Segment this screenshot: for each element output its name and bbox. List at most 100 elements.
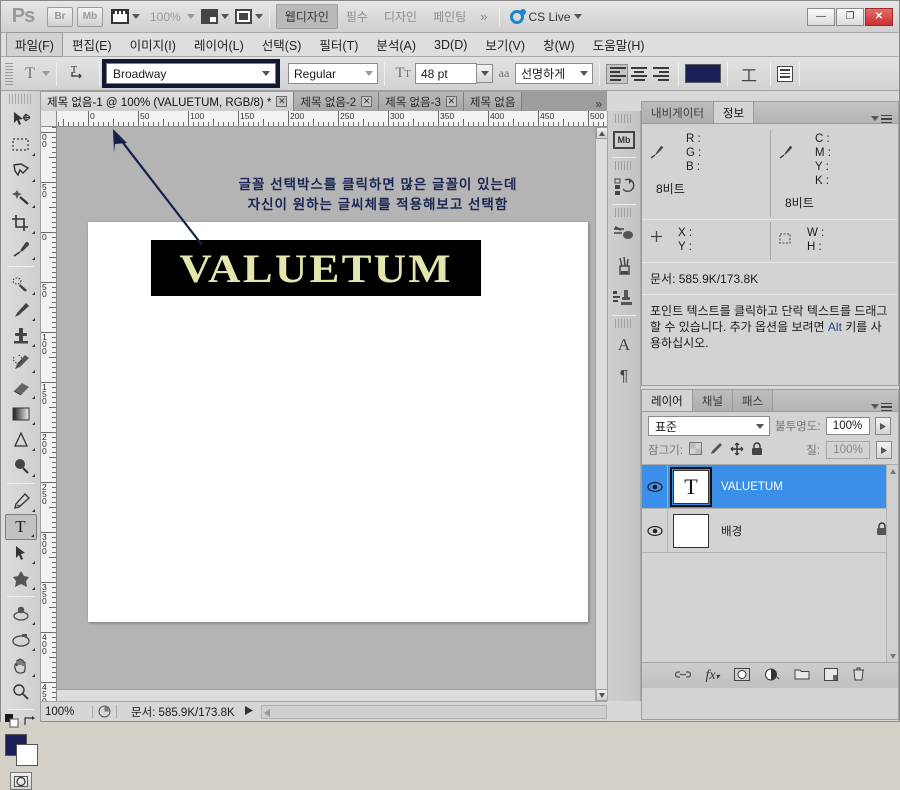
screen-mode-group[interactable] bbox=[234, 6, 263, 28]
close-button[interactable]: ✕ bbox=[865, 7, 893, 26]
brush-icon[interactable] bbox=[610, 251, 638, 281]
orbit-3d-tool[interactable] bbox=[5, 627, 37, 653]
dodge-tool[interactable] bbox=[5, 453, 37, 479]
canvas-vertical-scrollbar[interactable] bbox=[595, 127, 608, 701]
tab-navigator[interactable]: 내비게이터 bbox=[642, 102, 714, 123]
scroll-up-icon[interactable] bbox=[887, 465, 899, 477]
layer-visibility-toggle[interactable] bbox=[642, 465, 668, 508]
marquee-tool[interactable] bbox=[5, 132, 37, 158]
mini-bridge-icon[interactable]: Mb bbox=[610, 125, 638, 155]
close-icon[interactable]: ✕ bbox=[276, 96, 288, 107]
font-size-input[interactable]: 48 pt bbox=[415, 63, 477, 84]
chevron-down-icon[interactable] bbox=[756, 423, 764, 429]
chevron-down-icon[interactable] bbox=[262, 71, 270, 76]
toggle-text-orientation-button[interactable]: T bbox=[63, 63, 93, 84]
layer-visibility-toggle[interactable] bbox=[642, 509, 668, 552]
close-icon[interactable]: ✕ bbox=[361, 96, 373, 107]
font-family-select[interactable]: Broadway bbox=[102, 59, 280, 88]
lock-pixels-icon[interactable] bbox=[709, 442, 723, 458]
blend-mode-select[interactable]: 표준 bbox=[648, 416, 770, 436]
artwork-black-box[interactable]: VALUETUM bbox=[151, 240, 481, 296]
gradient-tool[interactable] bbox=[5, 401, 37, 427]
move-tool[interactable] bbox=[5, 106, 37, 132]
options-bar-gripper[interactable] bbox=[5, 62, 13, 85]
paragraph-panel-icon[interactable]: ¶ bbox=[610, 362, 638, 392]
shape-tool[interactable] bbox=[5, 566, 37, 592]
status-menu-icon[interactable] bbox=[244, 705, 253, 718]
lock-transparent-icon[interactable] bbox=[688, 442, 702, 458]
default-colors-icon[interactable] bbox=[5, 714, 19, 728]
minimize-button[interactable]: — bbox=[807, 7, 835, 26]
background-color-swatch[interactable] bbox=[15, 744, 38, 766]
quick-mask-button[interactable] bbox=[9, 772, 32, 790]
align-left-button[interactable] bbox=[606, 63, 628, 84]
chevron-down-icon[interactable] bbox=[186, 14, 195, 19]
menu-3d[interactable]: 3D(D) bbox=[425, 35, 476, 55]
magic-wand-tool[interactable] bbox=[5, 184, 37, 210]
text-color-swatch[interactable] bbox=[685, 64, 721, 83]
workspace-essential[interactable]: 필수 bbox=[338, 5, 376, 28]
layers-scrollbar[interactable] bbox=[886, 465, 898, 662]
layer-thumbnail[interactable]: T bbox=[670, 466, 712, 507]
dock-gripper-4[interactable] bbox=[615, 319, 633, 328]
tab-layers[interactable]: 레이어 bbox=[642, 390, 693, 411]
document-tabs-overflow-icon[interactable]: » bbox=[590, 97, 607, 111]
layer-mask-icon[interactable] bbox=[733, 667, 750, 684]
new-group-icon[interactable] bbox=[794, 668, 810, 683]
eyedropper-tool[interactable] bbox=[5, 236, 37, 262]
table-row[interactable]: T VALUETUM bbox=[642, 465, 898, 509]
status-zoom-value[interactable]: 100% bbox=[41, 705, 93, 718]
tab-info[interactable]: 정보 bbox=[713, 102, 755, 123]
tab-paths[interactable]: 패스 bbox=[732, 390, 774, 411]
maximize-button[interactable]: ❐ bbox=[836, 7, 864, 26]
menu-window[interactable]: 창(W) bbox=[534, 32, 584, 57]
close-icon[interactable]: ✕ bbox=[445, 96, 457, 107]
chevron-down-icon[interactable] bbox=[574, 14, 583, 19]
lock-position-icon[interactable] bbox=[730, 442, 744, 459]
crop-tool[interactable] bbox=[5, 210, 37, 236]
mini-bridge-button[interactable]: Mb bbox=[77, 6, 103, 27]
chevron-down-icon[interactable] bbox=[365, 71, 373, 76]
link-layers-icon[interactable] bbox=[675, 669, 692, 683]
menu-layer[interactable]: 레이어(L) bbox=[185, 32, 253, 57]
history-icon[interactable] bbox=[610, 172, 638, 202]
horizontal-ruler[interactable]: 0 50 100 150 200 250 300 350 400 450 500 bbox=[41, 111, 607, 127]
vertical-ruler[interactable]: 00 50 0 50 100 150 200 250 300 350 400 450 bbox=[41, 127, 57, 701]
pen-tool[interactable] bbox=[5, 488, 37, 514]
menu-file[interactable]: 파일(F) bbox=[6, 32, 63, 57]
antialias-select[interactable]: 선명하게 bbox=[515, 63, 593, 84]
hand-tool[interactable] bbox=[5, 653, 37, 679]
zoom-tool[interactable] bbox=[5, 679, 37, 705]
menu-analysis[interactable]: 분석(A) bbox=[367, 32, 425, 57]
fill-input[interactable]: 100% bbox=[826, 441, 870, 459]
font-size-dropdown[interactable] bbox=[477, 64, 493, 83]
brush-tool[interactable] bbox=[5, 297, 37, 323]
chevron-down-icon[interactable] bbox=[580, 71, 588, 76]
cs-live-button[interactable]: CS Live bbox=[510, 8, 583, 24]
dock-gripper-2[interactable] bbox=[615, 161, 633, 170]
blur-tool[interactable] bbox=[5, 427, 37, 453]
document-tab-1[interactable]: 제목 없음-1 @ 100% (VALUETUM, RGB/8) * ✕ bbox=[41, 92, 295, 111]
new-layer-icon[interactable] bbox=[823, 667, 838, 684]
menu-image[interactable]: 이미지(I) bbox=[121, 32, 185, 57]
fill-stepper[interactable] bbox=[876, 441, 892, 459]
opacity-input[interactable]: 100% bbox=[825, 417, 870, 435]
align-right-button[interactable] bbox=[650, 64, 672, 84]
menu-edit[interactable]: 편집(E) bbox=[63, 32, 121, 57]
type-tool[interactable]: T bbox=[4, 514, 37, 540]
opacity-stepper[interactable] bbox=[874, 417, 891, 435]
toggle-char-paragraph-panels-button[interactable] bbox=[777, 65, 794, 82]
workspace-overflow-icon[interactable]: » bbox=[474, 9, 493, 24]
table-row[interactable]: 배경 bbox=[642, 509, 898, 553]
lock-all-icon[interactable] bbox=[751, 441, 763, 459]
swap-colors-icon[interactable] bbox=[23, 715, 36, 728]
chevron-down-icon[interactable] bbox=[254, 14, 263, 19]
view-extras-group[interactable] bbox=[111, 6, 140, 28]
healing-brush-tool[interactable] bbox=[5, 271, 37, 297]
layer-thumbnail[interactable] bbox=[673, 513, 709, 548]
eraser-tool[interactable] bbox=[5, 375, 37, 401]
font-style-select[interactable]: Regular bbox=[288, 63, 378, 84]
ruler-corner[interactable] bbox=[41, 111, 57, 127]
chevron-down-icon[interactable] bbox=[42, 71, 50, 76]
document-tab-2[interactable]: 제목 없음-2 ✕ bbox=[294, 92, 380, 111]
